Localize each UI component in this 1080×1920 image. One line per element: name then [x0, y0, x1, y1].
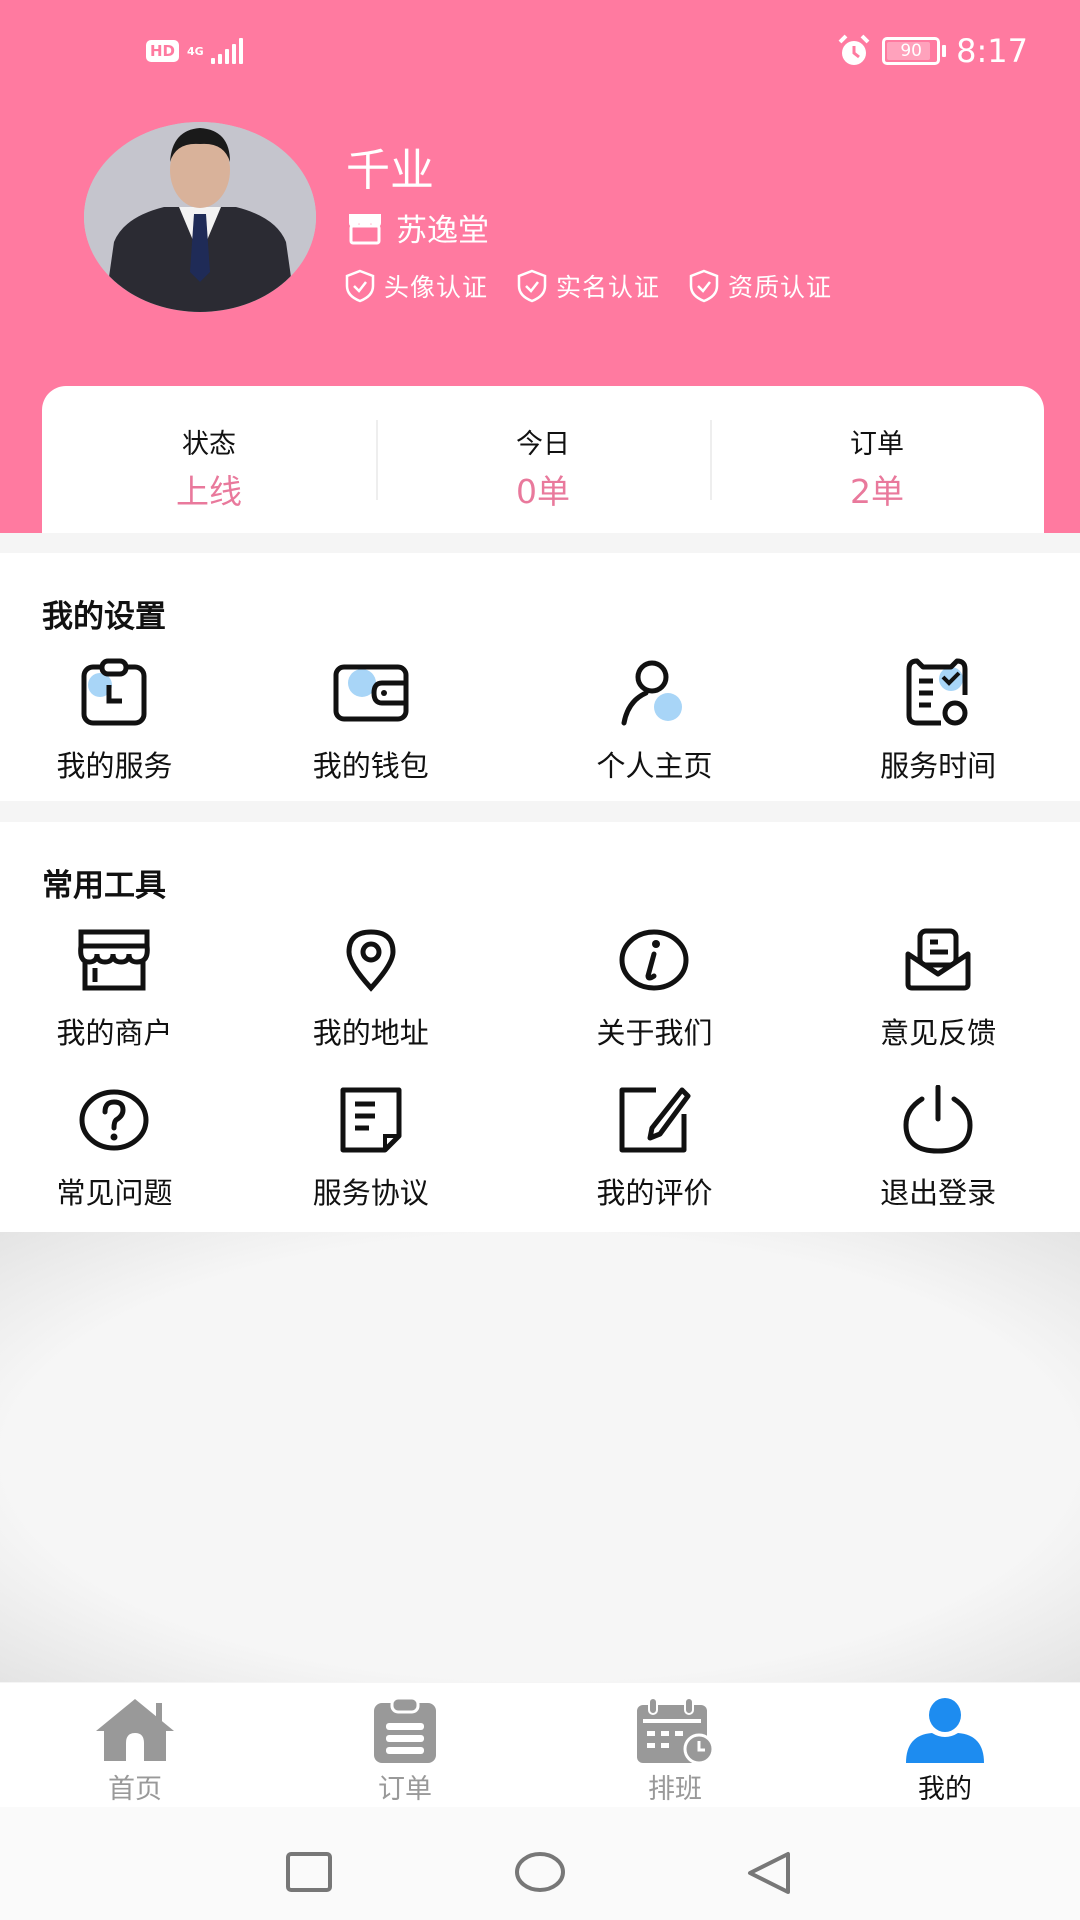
menu-item-about-us[interactable]: 关于我们 — [513, 920, 797, 1052]
battery-icon: 90 — [882, 37, 941, 65]
tab-home[interactable]: 首页 — [0, 1683, 270, 1807]
menu-label: 我的评价 — [596, 1176, 713, 1210]
settings-section: 我的设置 我的服务 我的钱包 个人主页 服务时间 — [0, 553, 1080, 801]
menu-label: 服务时间 — [880, 749, 997, 783]
tab-label: 排班 — [648, 1774, 702, 1805]
user-icon — [906, 1698, 984, 1763]
status-right: 90 8:17 — [836, 32, 1028, 70]
menu-item-service-time[interactable]: 服务时间 — [796, 653, 1080, 785]
stat-value: 上线 — [176, 472, 242, 511]
signal-icon — [211, 38, 244, 64]
avatar-photo — [84, 122, 316, 312]
service-clipboard-icon — [81, 658, 147, 726]
home-icon — [96, 1699, 174, 1761]
shop-name: 苏逸堂 — [396, 213, 489, 249]
menu-label: 我的钱包 — [312, 749, 429, 783]
tab-mine[interactable]: 我的 — [810, 1683, 1080, 1807]
stats-card: 状态 上线 今日 0单 订单 2单 — [42, 386, 1044, 533]
menu-label: 常见问题 — [56, 1176, 173, 1210]
alarm-icon — [838, 34, 870, 65]
system-nav-bar — [0, 1807, 1080, 1920]
document-icon — [340, 1087, 402, 1153]
tab-label: 订单 — [378, 1774, 432, 1805]
storefront-icon — [78, 929, 151, 991]
stat-orders[interactable]: 订单 2单 — [710, 386, 1044, 533]
shield-check-icon — [689, 269, 719, 303]
feedback-mail-icon — [905, 928, 971, 991]
menu-label: 我的地址 — [312, 1016, 429, 1050]
menu-label: 退出登录 — [880, 1176, 997, 1210]
section-title: 常用工具 — [42, 868, 166, 904]
certification-badge: 头像认证 — [344, 268, 488, 304]
tools-grid-row-1: 我的商户 我的地址 关于我们 意见反馈 — [0, 920, 1080, 1052]
tools-grid-row-2: 常见问题 服务协议 我的评价 退出登录 — [0, 1080, 1080, 1212]
certification-list: 头像认证 实名认证 资质认证 — [344, 268, 860, 304]
settings-grid: 我的服务 我的钱包 个人主页 服务时间 — [0, 653, 1080, 785]
stat-value: 0单 — [516, 472, 570, 511]
person-icon — [621, 660, 683, 726]
profile-header: HD 4G 90 8:17 千业 苏逸堂 头像认证 实名认证 资质认证 状态 上… — [0, 0, 1080, 533]
network-type: 4G — [187, 44, 204, 58]
certification-label: 资质认证 — [728, 273, 833, 302]
status-left: HD 4G — [146, 38, 244, 64]
menu-item-my-reviews[interactable]: 我的评价 — [513, 1080, 797, 1212]
schedule-checklist-icon — [906, 658, 968, 726]
back-button[interactable] — [746, 1851, 792, 1895]
shield-check-icon — [345, 269, 375, 303]
shop-icon — [349, 213, 381, 244]
menu-item-feedback[interactable]: 意见反馈 — [796, 920, 1080, 1052]
avatar[interactable] — [84, 122, 316, 312]
info-icon — [619, 929, 689, 991]
menu-label: 意见反馈 — [880, 1016, 997, 1050]
recent-apps-button[interactable] — [285, 1851, 333, 1893]
menu-item-my-address[interactable]: 我的地址 — [229, 920, 513, 1052]
battery-level: 90 — [900, 41, 922, 61]
menu-item-my-merchant[interactable]: 我的商户 — [0, 920, 229, 1052]
tools-section: 常用工具 我的商户 我的地址 关于我们 意见反馈 常见问题 服务协议 我的评价 … — [0, 822, 1080, 1232]
menu-label: 关于我们 — [596, 1016, 713, 1050]
clock: 8:17 — [956, 32, 1028, 70]
stat-value: 2单 — [850, 472, 904, 511]
power-icon — [903, 1085, 973, 1154]
certification-label: 实名认证 — [556, 273, 661, 302]
stat-label: 今日 — [516, 429, 570, 460]
bottom-tab-bar: 首页 订单 排班 我的 — [0, 1683, 1080, 1807]
tab-label: 首页 — [108, 1774, 162, 1805]
menu-label: 我的商户 — [56, 1016, 173, 1050]
edit-icon — [619, 1087, 691, 1153]
menu-item-logout[interactable]: 退出登录 — [796, 1080, 1080, 1212]
hd-icon: HD — [146, 40, 180, 62]
stat-today[interactable]: 今日 0单 — [376, 386, 710, 533]
menu-item-faq[interactable]: 常见问题 — [0, 1080, 229, 1212]
wallet-icon — [333, 664, 409, 722]
home-button[interactable] — [514, 1851, 566, 1893]
status-bar: HD 4G 90 8:17 — [0, 30, 1080, 78]
tab-label: 我的 — [918, 1774, 972, 1805]
content-empty-area — [0, 1232, 1080, 1682]
menu-item-my-service[interactable]: 我的服务 — [0, 653, 229, 785]
stat-label: 状态 — [182, 429, 236, 460]
shop-row[interactable]: 苏逸堂 — [346, 205, 489, 250]
certification-badge: 实名认证 — [516, 268, 660, 304]
order-clipboard-icon — [374, 1697, 436, 1763]
certification-label: 头像认证 — [384, 273, 489, 302]
menu-label: 个人主页 — [596, 749, 713, 783]
menu-item-personal-page[interactable]: 个人主页 — [513, 653, 797, 785]
stat-label: 订单 — [850, 429, 904, 460]
tab-orders[interactable]: 订单 — [270, 1683, 540, 1807]
location-pin-icon — [346, 929, 396, 992]
user-name: 千业 — [346, 145, 434, 196]
tab-schedule[interactable]: 排班 — [540, 1683, 810, 1807]
menu-label: 我的服务 — [56, 749, 173, 783]
menu-item-service-agreement[interactable]: 服务协议 — [229, 1080, 513, 1212]
stat-status[interactable]: 状态 上线 — [42, 386, 376, 533]
shield-check-icon — [517, 269, 547, 303]
certification-badge: 资质认证 — [688, 268, 832, 304]
calendar-clock-icon — [637, 1697, 715, 1763]
menu-item-my-wallet[interactable]: 我的钱包 — [229, 653, 513, 785]
battery-tip — [942, 45, 947, 57]
question-icon — [79, 1089, 149, 1151]
menu-label: 服务协议 — [312, 1176, 429, 1210]
section-title: 我的设置 — [42, 599, 166, 635]
